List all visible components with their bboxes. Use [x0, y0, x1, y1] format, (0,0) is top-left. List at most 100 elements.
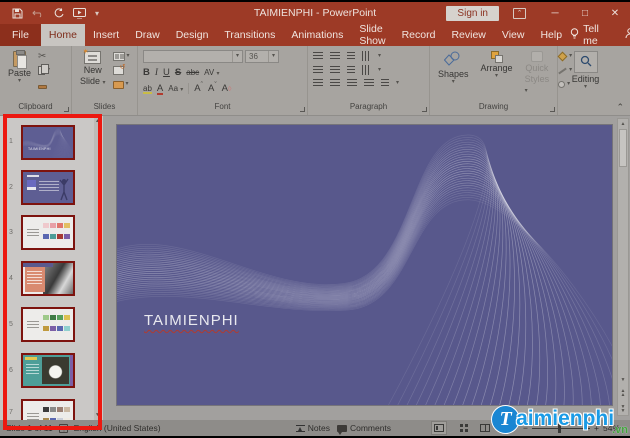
shadow-button[interactable]: S	[175, 67, 181, 78]
font-name-combo[interactable]: ▾	[143, 50, 243, 63]
tab-design[interactable]: Design	[168, 24, 217, 46]
ribbon-display-options-icon[interactable]: ⌃	[513, 7, 526, 19]
reset-button[interactable]	[112, 63, 130, 76]
new-slide-button[interactable]: New Slide ▾	[77, 47, 109, 102]
tell-me-label[interactable]: Tell me	[583, 23, 605, 47]
font-size-combo[interactable]: 36 ▾	[245, 50, 279, 63]
paragraph-dialog-launcher-icon[interactable]	[422, 107, 427, 112]
columns-icon[interactable]	[347, 66, 355, 74]
bold-button[interactable]: B	[143, 67, 150, 78]
start-slideshow-icon[interactable]	[73, 7, 86, 19]
panel-scrollbar[interactable]: ▲ ▼	[94, 116, 102, 420]
notes-toggle[interactable]: Notes	[295, 423, 330, 433]
comments-toggle[interactable]: Comments	[336, 423, 391, 435]
watermark-domain: .vn	[612, 424, 628, 436]
tab-help[interactable]: Help	[532, 24, 570, 46]
tab-file[interactable]: File	[0, 24, 41, 46]
scrollbar-thumb[interactable]	[619, 129, 627, 167]
grow-font-button[interactable]: A	[194, 82, 203, 95]
text-direction-icon[interactable]	[362, 51, 371, 61]
group-slides: New Slide ▾ ▾ ▾ Slides	[72, 46, 138, 115]
slide-sorter-button[interactable]	[454, 421, 470, 435]
italic-button[interactable]: I	[155, 68, 158, 78]
align-text-icon[interactable]	[362, 65, 371, 75]
tab-insert[interactable]: Insert	[85, 24, 127, 46]
layout-button[interactable]: ▾	[112, 51, 130, 62]
decrease-indent-icon[interactable]	[313, 66, 323, 74]
tab-view[interactable]: View	[494, 24, 533, 46]
justify-icon[interactable]	[364, 79, 374, 87]
color-swatches	[43, 223, 73, 228]
tab-draw[interactable]: Draw	[127, 24, 168, 46]
minimize-button[interactable]: ─	[540, 2, 570, 24]
language-indicator[interactable]: English (United States)	[74, 423, 161, 433]
reading-view-button[interactable]	[477, 421, 493, 435]
drawing-dialog-launcher-icon[interactable]	[550, 107, 555, 112]
format-painter-button[interactable]	[38, 79, 50, 90]
underline-button[interactable]: U	[163, 67, 170, 78]
thumbnail-slide-5[interactable]	[21, 307, 75, 342]
arrange-button[interactable]: Arrange ▾	[478, 50, 516, 102]
editing-button[interactable]: Editing ▾	[569, 50, 603, 102]
cut-button[interactable]: ✂	[38, 51, 50, 62]
tab-home[interactable]: Home	[40, 24, 85, 46]
align-left-icon[interactable]	[313, 79, 323, 87]
redo-icon[interactable]	[53, 7, 64, 19]
collapse-ribbon-icon[interactable]: ⌃	[616, 102, 624, 113]
save-icon[interactable]	[12, 8, 23, 19]
scroll-down-icon[interactable]: ▼	[618, 377, 628, 383]
bullets-icon[interactable]	[313, 52, 323, 60]
shrink-font-button[interactable]: A	[208, 82, 217, 95]
char-spacing-button[interactable]: AV ▾	[204, 68, 219, 77]
scroll-up-icon[interactable]: ▲	[618, 121, 628, 127]
quick-styles-button[interactable]: Quick Styles ▾	[522, 50, 553, 102]
undo-icon[interactable]	[32, 8, 44, 18]
align-center-icon[interactable]	[330, 79, 340, 87]
line-spacing-icon[interactable]	[347, 52, 355, 60]
thumbnail-slide-7[interactable]	[21, 399, 75, 420]
smartart-convert-icon[interactable]	[381, 79, 389, 87]
shapes-button[interactable]: Shapes ▾	[435, 50, 472, 102]
thumbnail-slide-6[interactable]	[21, 353, 75, 388]
font-color-button[interactable]: A	[156, 83, 164, 95]
paste-button[interactable]: Paste ▾	[5, 50, 34, 102]
tab-review[interactable]: Review	[443, 24, 493, 46]
slide-number: 6	[9, 367, 13, 374]
tab-record[interactable]: Record	[394, 24, 444, 46]
tab-slide-show[interactable]: Slide Show	[351, 23, 393, 47]
notes-icon	[295, 424, 305, 432]
copy-button[interactable]: ▾	[38, 64, 50, 76]
strikethrough-button[interactable]: abc	[186, 68, 199, 77]
thumbnail-slide-2[interactable]	[21, 170, 75, 205]
close-button[interactable]: ✕	[600, 2, 630, 24]
change-case-button[interactable]: Aa ▾	[168, 84, 183, 93]
thumbnail-slide-4[interactable]	[21, 261, 75, 296]
vertical-scrollbar[interactable]: ▲ ▼ ▲ ▲ ▼ ▼	[617, 118, 629, 416]
qat-customize-icon[interactable]: ▾	[95, 9, 100, 18]
clipboard-dialog-launcher-icon[interactable]	[64, 107, 69, 112]
sign-in-button[interactable]: Sign in	[446, 5, 499, 21]
normal-view-icon	[434, 424, 445, 432]
scroll-up-icon[interactable]: ▲	[95, 118, 100, 124]
tab-animations[interactable]: Animations	[283, 24, 351, 46]
color-swatches	[43, 315, 73, 320]
thumbnail-slide-1[interactable]: TAIMIENPHI	[21, 125, 75, 160]
tab-transitions[interactable]: Transitions	[216, 24, 283, 46]
quick-styles-icon	[530, 51, 543, 62]
align-right-icon[interactable]	[347, 79, 357, 87]
clear-formatting-button[interactable]: A	[222, 83, 232, 94]
highlight-button[interactable]: ab	[143, 84, 152, 94]
increase-indent-icon[interactable]	[330, 66, 340, 74]
powerpoint-window: ▾ TAIMIENPHI - PowerPoint Sign in ⌃ ─ □ …	[0, 0, 630, 438]
previous-slide-icon[interactable]: ▲ ▲	[618, 389, 628, 398]
slide-title-text[interactable]: TAIMIENPHI	[144, 312, 239, 329]
numbering-icon[interactable]	[330, 52, 340, 60]
thumbnail-slide-3[interactable]	[21, 215, 75, 250]
section-button[interactable]: ▾	[112, 79, 130, 90]
accessibility-icon[interactable]	[58, 423, 68, 433]
current-slide-canvas[interactable]: TAIMIENPHI	[117, 125, 612, 405]
font-dialog-launcher-icon[interactable]	[300, 107, 305, 112]
normal-view-button[interactable]	[431, 421, 448, 435]
maximize-button[interactable]: □	[570, 2, 600, 24]
scroll-down-icon[interactable]: ▼	[95, 412, 100, 418]
